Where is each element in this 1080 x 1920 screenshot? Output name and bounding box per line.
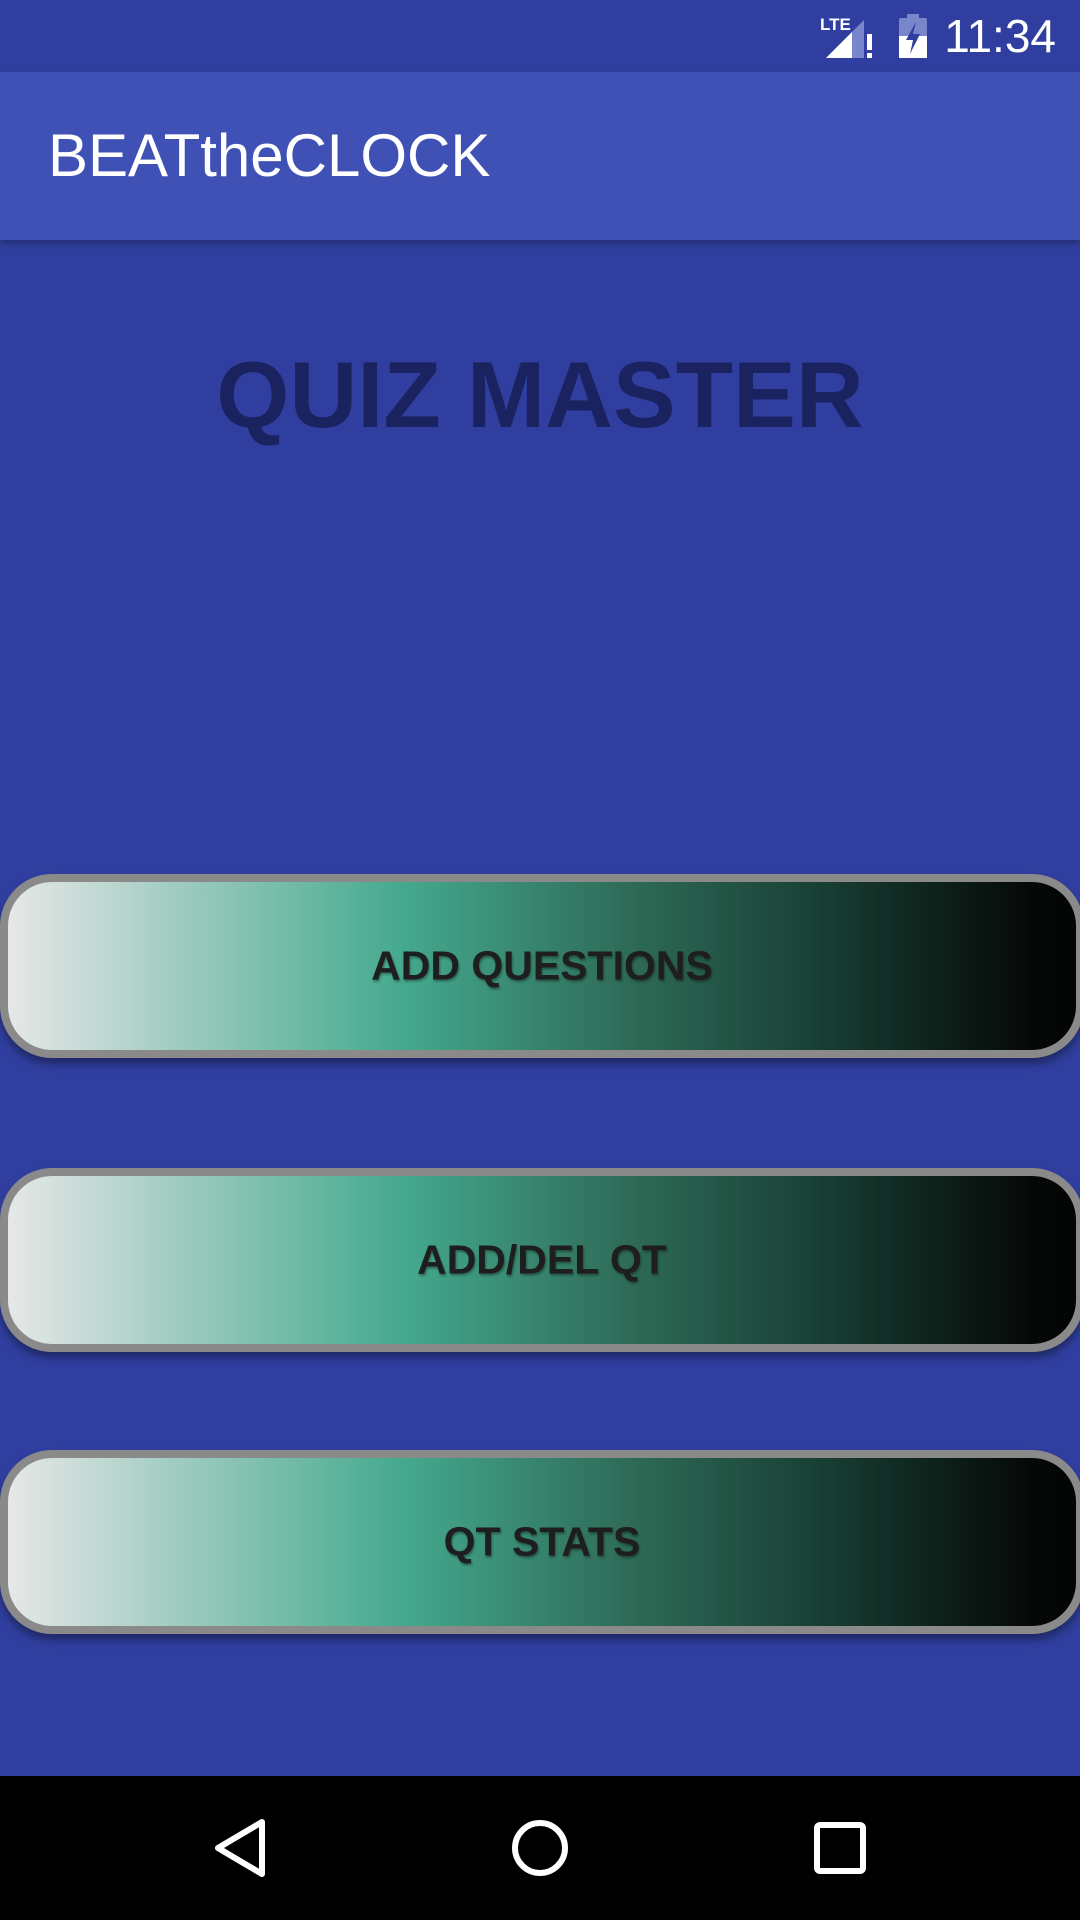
nav-home-button[interactable] (460, 1776, 620, 1920)
back-icon (215, 1819, 265, 1877)
nav-back-button[interactable] (160, 1776, 320, 1920)
home-icon (512, 1820, 568, 1876)
navigation-bar (0, 1776, 1080, 1920)
svg-text:LTE: LTE (820, 15, 851, 34)
add-del-qt-button[interactable]: ADD/DEL QT (0, 1168, 1080, 1352)
add-questions-label: ADD QUESTIONS (371, 942, 713, 989)
add-questions-button[interactable]: ADD QUESTIONS (0, 874, 1080, 1058)
app-title: BEATtheCLOCK (48, 122, 491, 189)
recents-icon (814, 1822, 866, 1874)
qt-stats-label: QT STATS (443, 1518, 641, 1565)
battery-charging-icon (899, 14, 927, 58)
qt-stats-button[interactable]: QT STATS (0, 1450, 1080, 1634)
add-del-qt-label: ADD/DEL QT (417, 1236, 667, 1283)
nav-recents-button[interactable] (760, 1776, 920, 1920)
page-heading: QUIZ MASTER (216, 342, 864, 447)
status-time: 11:34 (944, 10, 1056, 62)
app-bar: BEATtheCLOCK (0, 72, 1080, 240)
status-bar: LTE 11:34 (0, 0, 1080, 72)
lte-signal-icon: LTE (820, 15, 872, 58)
